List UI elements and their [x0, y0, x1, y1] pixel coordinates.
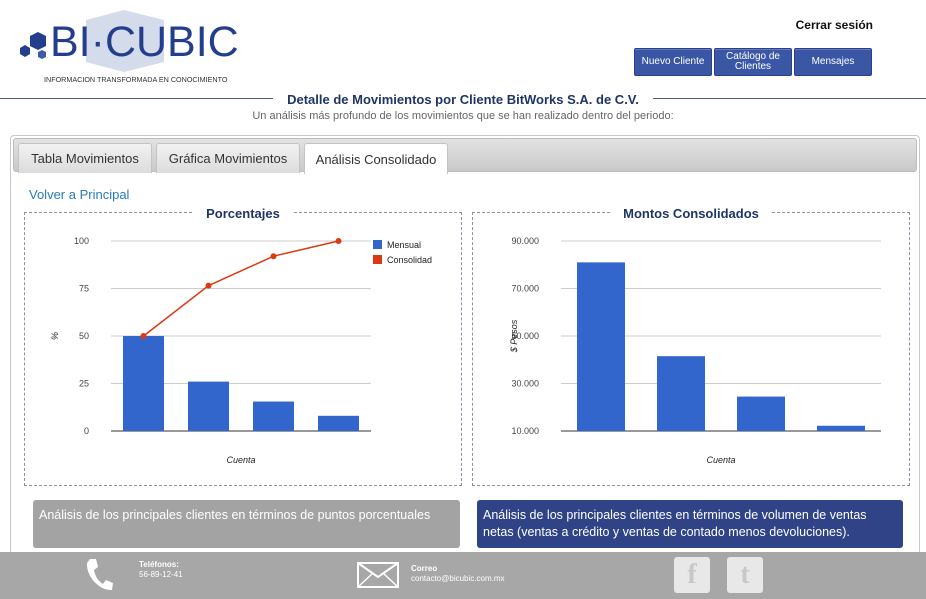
- x-axis-label: Cuenta: [226, 455, 255, 465]
- bar: [318, 415, 359, 431]
- new-client-button[interactable]: Nuevo Cliente: [634, 48, 712, 76]
- y-tick-label: 90.000: [511, 236, 539, 246]
- page: BI·CUBIC INFORMACION TRANSFORMADA EN CON…: [0, 0, 926, 599]
- bar: [657, 356, 705, 431]
- bar: [253, 401, 294, 431]
- page-title-text: Detalle de Movimientos por Cliente BitWo…: [273, 92, 653, 107]
- logo-tagline: INFORMACION TRANSFORMADA EN CONOCIMIENTO: [44, 75, 228, 84]
- email-address[interactable]: contacto@bicubic.com.mx: [411, 574, 505, 583]
- y-tick-label: 100: [74, 236, 89, 246]
- legend-swatch: [373, 240, 382, 249]
- y-tick-label: 0: [84, 426, 89, 436]
- tab-bar: Tabla Movimientos Gráfica Movimientos An…: [13, 138, 917, 174]
- line-point: [205, 282, 212, 289]
- x-axis-label: Cuenta: [706, 455, 735, 465]
- legend-label: Mensual: [387, 240, 421, 250]
- logo-cube-small-1: [20, 45, 30, 57]
- main-nav: Nuevo Cliente Catálogo de Clientes Mensa…: [634, 48, 872, 76]
- mail-icon: [357, 562, 399, 588]
- percentages-chart-box: Porcentajes 0 25 50 75 100 Cuenta% Mensual Cons…: [24, 206, 462, 486]
- tab-analisis-consolidado[interactable]: Análisis Consolidado: [304, 143, 448, 174]
- logo-cube-small-2: [38, 50, 46, 59]
- logout-link[interactable]: Cerrar sesión: [796, 18, 873, 32]
- messages-button[interactable]: Mensajes: [794, 48, 872, 76]
- y-axis-label: %: [50, 332, 60, 340]
- client-catalog-button[interactable]: Catálogo de Clientes: [714, 48, 792, 76]
- bar: [188, 381, 229, 431]
- email-label: Correo: [411, 564, 438, 573]
- y-axis-label: $ Pesos: [509, 319, 519, 353]
- footer: Teléfonos: 56-89-12-41 Correo contacto@b…: [0, 552, 926, 599]
- line-point: [335, 238, 342, 244]
- y-tick-label: 10.000: [511, 426, 539, 436]
- logo-text: BI·CUBIC: [50, 18, 239, 66]
- bar: [817, 425, 865, 431]
- tab-grafica-movimientos[interactable]: Gráfica Movimientos: [156, 143, 300, 173]
- amounts-description: Análisis de los principales clientes en …: [477, 500, 903, 548]
- y-tick-label: 75: [79, 284, 89, 294]
- phone-number: 56-89-12-41: [139, 570, 183, 579]
- y-tick-label: 70.000: [511, 284, 539, 294]
- y-tick-label: 25: [79, 379, 89, 389]
- bar: [123, 336, 164, 431]
- y-tick-label: 30.000: [511, 379, 539, 389]
- line-point: [140, 333, 147, 339]
- amounts-chart-box: Montos Consolidados 10.000 30.000 50.000 70…: [472, 206, 910, 486]
- twitter-icon[interactable]: t: [727, 557, 763, 593]
- phone-label: Teléfonos:: [139, 560, 179, 569]
- bicubic-logo: BI·CUBIC INFORMACION TRANSFORMADA EN CON…: [20, 10, 239, 84]
- legend-label: Consolidad: [387, 255, 432, 265]
- y-tick-label: 50: [79, 331, 89, 341]
- page-subtitle: Un análisis más profundo de los movimien…: [252, 110, 674, 122]
- page-title: Detalle de Movimientos por Cliente BitWo…: [0, 91, 926, 109]
- bar: [577, 262, 625, 431]
- back-to-main-link[interactable]: Volver a Principal: [29, 187, 129, 202]
- amounts-chart: 10.00030.00050.00070.00090.000Cuenta$ Pe…: [509, 236, 881, 465]
- logo-cube-large: [30, 32, 46, 50]
- tab-tabla-movimientos[interactable]: Tabla Movimientos: [18, 143, 152, 173]
- facebook-icon[interactable]: f: [674, 557, 710, 593]
- bar: [737, 396, 785, 431]
- legend-swatch: [373, 255, 382, 264]
- phone-icon: [86, 559, 113, 591]
- percentages-chart: 0 25 50 75 100 Cuenta% Mensual Consolidad: [50, 236, 432, 465]
- percentages-description: Análisis de los principales clientes en …: [33, 500, 460, 548]
- line-point: [270, 253, 277, 260]
